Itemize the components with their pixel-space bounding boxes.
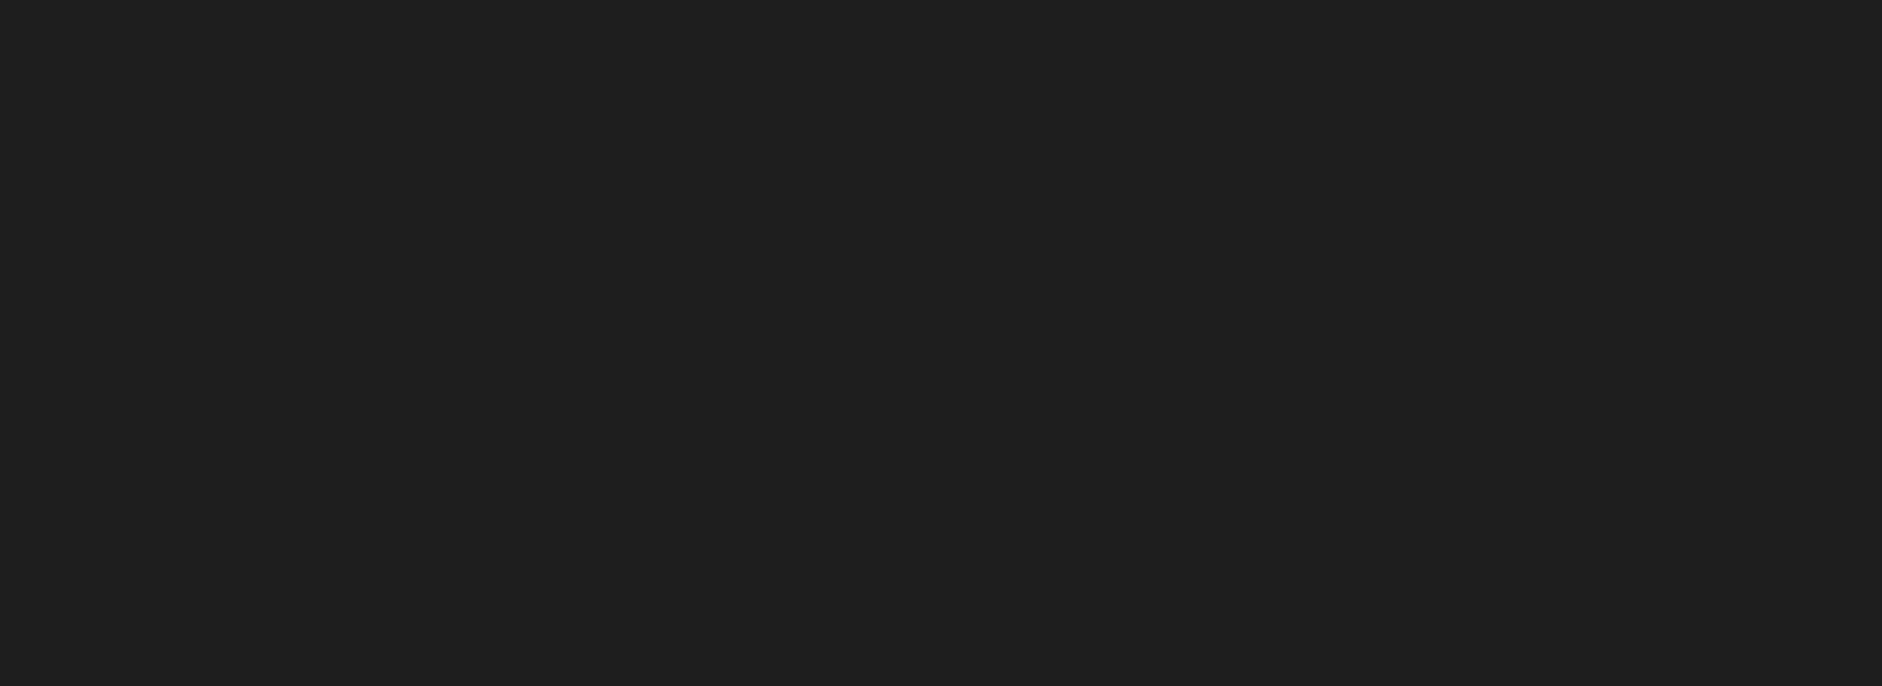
- blank-line: [8, 211, 1874, 231]
- blank-line: [8, 150, 1874, 170]
